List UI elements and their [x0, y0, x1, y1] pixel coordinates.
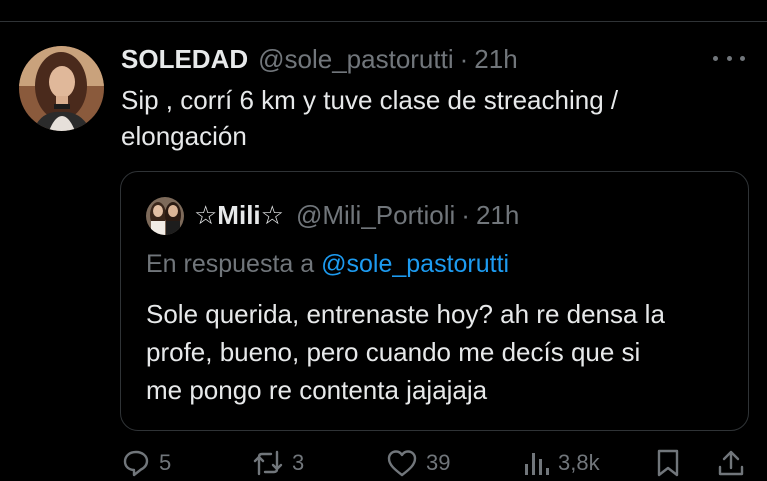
quoted-author-avatar[interactable]: [146, 197, 184, 235]
tweet-text-line: elongación: [121, 121, 247, 151]
retweet-button[interactable]: 3: [252, 445, 304, 481]
separator-dot: ·: [459, 43, 469, 74]
author-handle[interactable]: @sole_pastorutti: [258, 44, 454, 75]
retweet-icon: [253, 450, 283, 476]
retweet-count: 3: [292, 450, 305, 475]
views-count: 3,8k: [558, 450, 600, 475]
more-icon[interactable]: [713, 50, 745, 66]
share-button[interactable]: [717, 445, 745, 481]
reply-button[interactable]: 5: [121, 445, 171, 481]
separator-dot: ·: [461, 199, 470, 230]
quoted-text-line: me pongo re contenta jajajaja: [146, 375, 488, 405]
quoted-text-line: profe, bueno, pero cuando me decís que s…: [146, 337, 641, 367]
reply-prefix: En respuesta a: [146, 250, 322, 278]
author-name[interactable]: SOLEDAD: [121, 44, 248, 75]
share-icon: [718, 450, 744, 476]
tweet-header: SOLEDAD @sole_pastorutti · 21h: [121, 42, 518, 76]
reply-icon: [123, 450, 149, 477]
views-icon: [525, 453, 549, 475]
tweet-text: Sip , corrí 6 km y tuve clase de streach…: [121, 82, 741, 154]
quoted-author-name[interactable]: ☆Mili☆: [194, 200, 284, 231]
bookmark-button[interactable]: [655, 445, 681, 481]
quoted-text-line: Sole querida, entrenaste hoy? ah re dens…: [146, 299, 665, 329]
reply-count: 5: [159, 450, 172, 475]
quoted-header: ☆Mili☆ @Mili_Portioli · 21h: [194, 198, 519, 232]
quoted-time[interactable]: 21h: [476, 200, 519, 231]
top-divider: [0, 21, 767, 22]
bookmark-icon: [657, 449, 679, 477]
action-bar: 5 3 39 3,8k: [0, 445, 767, 481]
tweet-text-line: Sip , corrí 6 km y tuve clase de streach…: [121, 85, 619, 115]
quoted-author-handle[interactable]: @Mili_Portioli: [296, 200, 455, 231]
reply-context: En respuesta a @sole_pastorutti: [146, 250, 509, 279]
reply-mention-link[interactable]: @sole_pastorutti: [321, 250, 509, 278]
quoted-text: Sole querida, entrenaste hoy? ah re dens…: [146, 295, 736, 409]
tweet-time[interactable]: 21h: [474, 44, 517, 75]
like-count: 39: [426, 450, 451, 475]
heart-icon: [387, 450, 417, 477]
views-button[interactable]: 3,8k: [522, 445, 600, 481]
like-button[interactable]: 39: [386, 445, 450, 481]
quoted-tweet-card[interactable]: ☆Mili☆ @Mili_Portioli · 21h En respuesta…: [120, 171, 749, 431]
author-avatar[interactable]: [19, 46, 104, 131]
